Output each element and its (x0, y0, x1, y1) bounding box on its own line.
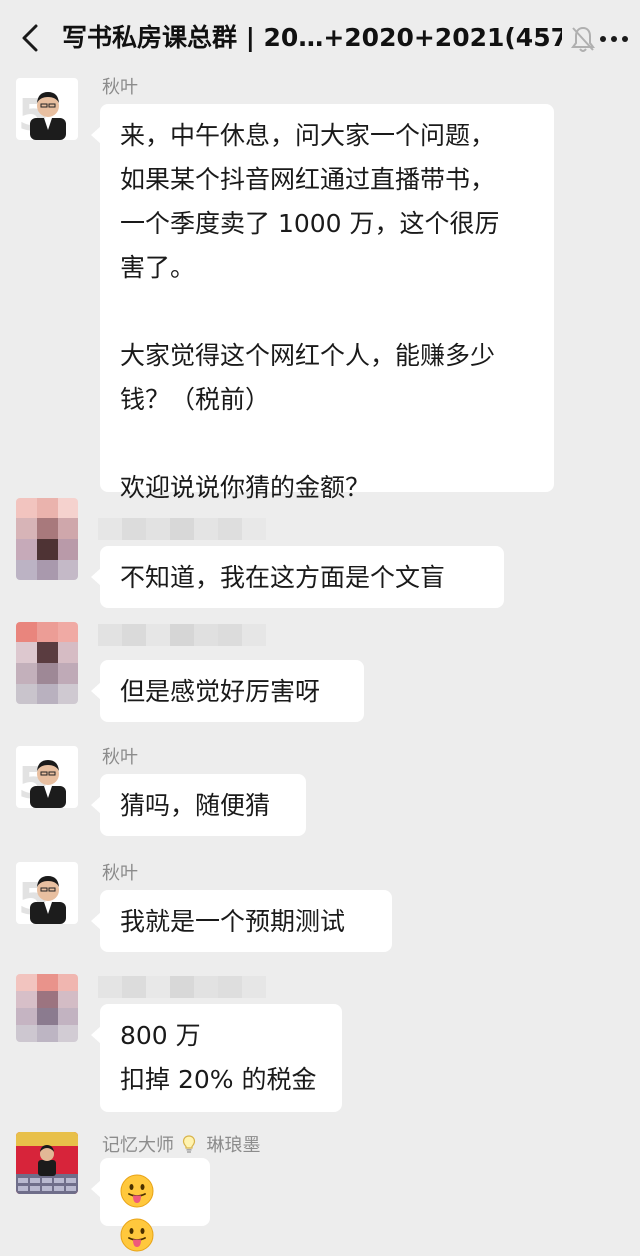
message-bubble[interactable]: 但是感觉好厉害呀 (91, 660, 364, 722)
avatar-blurred[interactable] (16, 622, 78, 704)
message-text: 欢迎说说你猜的金额？ (120, 473, 371, 502)
message-text: 但是感觉好厉害呀 (120, 677, 321, 706)
lightbulb-icon (182, 1135, 195, 1153)
message-text: 一个季度卖了 1000 万，这个很厉 (120, 209, 500, 238)
message-bubble[interactable] (91, 1158, 210, 1252)
back-button[interactable] (14, 18, 50, 58)
message-text: 我就是一个预期测试 (120, 907, 346, 936)
chevron-left-icon (22, 24, 38, 52)
chat-header: 写书私房课总群 | 20…+2020+2021(457) (0, 0, 640, 76)
tongue-out-emoji (120, 1218, 154, 1252)
message-text: 钱？（税前） (120, 385, 271, 414)
sender-name: 记忆大师 琳琅墨 (102, 1134, 260, 1158)
message-bubble[interactable]: 我就是一个预期测试 (91, 890, 392, 952)
more-dots-icon (600, 36, 628, 42)
message-bubble[interactable]: 来，中午休息，问大家一个问题， 如果某个抖音网红通过直播带书， 一个季度卖了 1… (91, 104, 554, 502)
chat-title: 写书私房课总群 | 20…+2020+2021(457) (62, 23, 562, 52)
avatar-blurred[interactable] (16, 974, 78, 1042)
message-text: 不知道，我在这方面是个文盲 (120, 563, 446, 592)
message-text: 800 万 (120, 1021, 201, 1050)
sender-name-main: 记忆大师 (102, 1135, 174, 1156)
message-bubble[interactable]: 不知道，我在这方面是个文盲 (91, 546, 504, 608)
tongue-out-emoji (120, 1174, 154, 1208)
avatar[interactable]: 5 (16, 78, 78, 140)
sender-name-blurred (98, 976, 266, 998)
sender-name: 秋叶 (102, 747, 138, 768)
avatar[interactable]: 5 (16, 746, 78, 808)
message-text: 大家觉得这个网红个人，能赚多少 (120, 341, 496, 370)
message-bubble[interactable]: 800 万 扣掉 20% 的税金 (91, 1004, 342, 1112)
sender-name: 秋叶 (102, 77, 138, 98)
message-bubble[interactable]: 猜吗，随便猜 (91, 774, 306, 836)
avatar-blurred[interactable] (16, 498, 78, 580)
avatar[interactable]: 5 (16, 862, 78, 924)
message-text: 来，中午休息，问大家一个问题， (120, 121, 496, 150)
avatar[interactable] (16, 1132, 78, 1194)
message-text: 扣掉 20% 的税金 (120, 1065, 317, 1094)
sender-name-suffix: 琳琅墨 (206, 1135, 261, 1156)
message-text: 猜吗，随便猜 (120, 791, 271, 820)
message-text: 害了。 (120, 253, 196, 282)
message-text: 如果某个抖音网红通过直播带书， (120, 165, 496, 194)
more-options-button[interactable] (596, 24, 632, 54)
sender-name: 秋叶 (102, 863, 138, 884)
sender-name-blurred (98, 624, 266, 646)
sender-name-blurred (98, 518, 266, 540)
bell-muted-icon (570, 24, 596, 54)
